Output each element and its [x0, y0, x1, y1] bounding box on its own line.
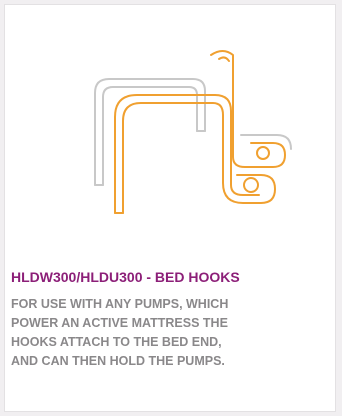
product-title[interactable]: HLDW300/HLDU300 - BED HOOKS: [11, 269, 331, 286]
product-description: FOR USE WITH ANY PUMPS, WHICH POWER AN A…: [11, 295, 333, 371]
description-line: POWER AN ACTIVE MATTRESS THE: [11, 316, 228, 330]
bed-hooks-product-image: [94, 50, 292, 214]
description-line: HOOKS ATTACH TO THE BED END,: [11, 335, 222, 349]
description-line: AND CAN THEN HOLD THE PUMPS.: [11, 354, 225, 368]
description-line: FOR USE WITH ANY PUMPS, WHICH: [11, 297, 229, 311]
product-card[interactable]: HLDW300/HLDU300 - BED HOOKS FOR USE WITH…: [4, 4, 336, 412]
